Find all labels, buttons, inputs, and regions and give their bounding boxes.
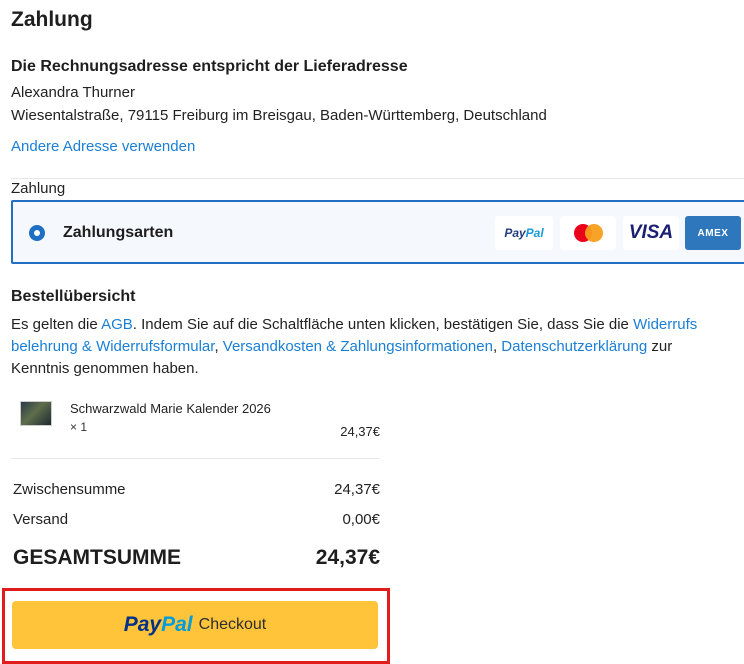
change-address-link[interactable]: Andere Adresse verwenden: [11, 138, 195, 155]
subtotal-value: 24,37€: [334, 481, 380, 498]
order-summary-heading: Bestellübersicht: [11, 288, 136, 305]
product-thumbnail: [20, 401, 52, 426]
customer-address: Wiesentalstraße, 79115 Freiburg im Breis…: [11, 107, 547, 124]
paypal-card-pal: Pal: [525, 226, 544, 240]
shipping-info-link[interactable]: Versandkosten & Zahlungsinformationen: [223, 338, 493, 355]
paypal-checkout-button[interactable]: PayPal Checkout: [12, 601, 378, 649]
payment-radio-selected[interactable]: [29, 225, 45, 241]
subtotal-label: Zwischensumme: [13, 481, 126, 498]
shipping-label: Versand: [13, 511, 69, 528]
paypal-card-icon: Pay Pal: [495, 216, 553, 250]
total-label: GESAMTSUMME: [13, 546, 181, 569]
terms-text: Es gelten die AGB. Indem Sie auf die Sch…: [11, 314, 744, 380]
paypal-logo-pal: Pal: [161, 613, 193, 636]
summary-divider: [11, 458, 379, 459]
terms-text-part: . Indem Sie auf die Schaltfläche unten k…: [132, 316, 634, 333]
terms-separator: ,: [214, 338, 223, 355]
payment-section-label: Zahlung: [11, 180, 66, 197]
product-quantity: × 1: [70, 420, 88, 434]
customer-name: Alexandra Thurner: [11, 84, 135, 101]
product-name: Schwarzwald Marie Kalender 2026: [70, 401, 271, 416]
total-value: 24,37€: [315, 546, 380, 569]
shipping-value: 0,00€: [342, 511, 380, 528]
widerruf-link-part1[interactable]: Widerrufs: [633, 316, 697, 333]
paypal-card-pay: Pay: [504, 226, 526, 240]
product-price: 24,37€: [340, 424, 380, 439]
billing-address-heading: Die Rechnungsadresse entspricht der Lief…: [11, 58, 408, 75]
mastercard-orange-circle: [584, 224, 603, 242]
section-divider: [11, 178, 744, 179]
privacy-link[interactable]: Datenschutzerklärung: [501, 338, 647, 355]
agb-link[interactable]: AGB: [101, 316, 133, 333]
paypal-logo-pay: Pay: [123, 613, 162, 636]
terms-text-part: Es gelten die: [11, 316, 102, 333]
terms-text-part: Kenntnis genommen haben.: [11, 360, 199, 377]
visa-icon: VISA: [623, 216, 679, 250]
mastercard-icon: [560, 216, 616, 250]
checkout-label: Checkout: [198, 616, 267, 633]
widerruf-link-part2[interactable]: belehrung & Widerrufsformular: [11, 338, 214, 355]
page-title: Zahlung: [11, 8, 93, 31]
payment-method-label: Zahlungsarten: [63, 224, 174, 241]
paypal-logo-icon: PayPal: [124, 613, 193, 637]
amex-icon: AMEX: [685, 216, 741, 250]
payment-method-option[interactable]: Zahlungsarten Pay Pal VISA AMEX: [11, 200, 744, 264]
terms-text-part: zur: [647, 338, 673, 355]
